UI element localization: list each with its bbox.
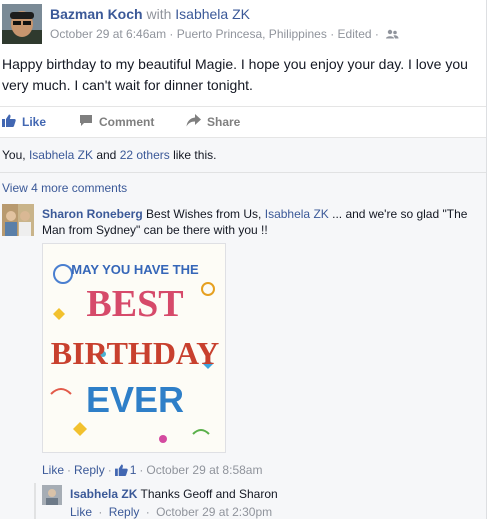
card-line-3: BIRTHDAY xyxy=(51,335,219,371)
view-more-comments-link[interactable]: View 4 more comments xyxy=(2,181,127,195)
meta-separator: · xyxy=(169,27,174,41)
with-prefix: with xyxy=(146,6,172,22)
commenter-name[interactable]: Sharon Roneberg xyxy=(42,207,143,221)
reply-thread-rail xyxy=(34,483,36,519)
comment-label: Comment xyxy=(99,115,155,129)
thumbs-up-icon[interactable] xyxy=(114,464,128,476)
commenter-avatar[interactable] xyxy=(2,204,34,236)
comment-like-count[interactable]: 1 xyxy=(130,463,137,477)
like-button[interactable]: Like xyxy=(2,114,46,130)
comment-body: Sharon Roneberg Best Wishes from Us, Isa… xyxy=(42,206,482,238)
reply-like-link[interactable]: Like xyxy=(70,505,92,519)
comment-date[interactable]: October 29 at 8:58am xyxy=(146,463,262,477)
reply-body: Isabhela ZK Thanks Geoff and Sharon xyxy=(70,487,278,501)
likes-prefix: You, xyxy=(2,148,26,162)
separator: · xyxy=(139,463,144,477)
reply-reply-link[interactable]: Reply xyxy=(109,505,140,519)
share-button[interactable]: Share xyxy=(186,114,240,130)
thumbs-up-icon xyxy=(2,114,16,130)
separator: · xyxy=(107,463,112,477)
reply-actions: Like · Reply · October 29 at 2:30pm xyxy=(70,505,272,519)
card-line-4: EVER xyxy=(86,379,184,420)
post-body: Happy birthday to my beautiful Magie. I … xyxy=(2,56,468,93)
likes-suffix: like this. xyxy=(173,148,217,162)
author-name[interactable]: Bazman Koch xyxy=(50,6,143,22)
divider xyxy=(0,172,486,173)
comment-bubble-icon xyxy=(79,114,93,130)
comment-photo-birthday-card[interactable]: MAY YOU HAVE THE BEST BIRTHDAY EVER xyxy=(42,243,226,453)
likes-person-link[interactable]: Isabhela ZK xyxy=(29,148,93,162)
reply-date[interactable]: October 29 at 2:30pm xyxy=(156,505,272,519)
card-line-1: MAY YOU HAVE THE xyxy=(71,262,199,277)
meta-separator: · xyxy=(374,27,379,41)
author-avatar[interactable] xyxy=(2,4,42,44)
comment-text-start: Best Wishes from Us, xyxy=(146,207,262,221)
post-location[interactable]: Puerto Princesa, Philippines xyxy=(177,27,327,41)
meta-separator: · xyxy=(330,27,335,41)
separator: · xyxy=(98,505,103,519)
post-meta: October 29 at 6:46am · Puerto Princesa, … xyxy=(50,27,399,42)
post-header: Bazman Koch with Isabhela ZK October 29 … xyxy=(0,0,492,46)
comment-button[interactable]: Comment xyxy=(79,114,154,130)
likes-summary: You, Isabhela ZK and 22 others like this… xyxy=(2,148,216,162)
likes-and: and xyxy=(96,148,117,162)
comment-mention-link[interactable]: Isabhela ZK xyxy=(265,207,329,221)
separator: · xyxy=(67,463,72,477)
comment-reply-link[interactable]: Reply xyxy=(74,463,105,477)
reply-text: Thanks Geoff and Sharon xyxy=(140,487,278,501)
separator: · xyxy=(145,505,150,519)
likes-others-link[interactable]: 22 others xyxy=(120,148,170,162)
replier-avatar[interactable] xyxy=(42,485,62,505)
comment-actions: Like · Reply · 1 · October 29 at 8:58am xyxy=(42,463,262,477)
replier-name[interactable]: Isabhela ZK xyxy=(70,487,137,501)
action-bar: Like Comment Share xyxy=(0,106,486,136)
author-line: Bazman Koch with Isabhela ZK xyxy=(50,6,250,22)
scroll-edge xyxy=(486,0,492,519)
share-arrow-icon xyxy=(186,114,201,130)
card-line-2: BEST xyxy=(86,283,183,325)
friends-icon[interactable] xyxy=(385,28,399,42)
facebook-post: Bazman Koch with Isabhela ZK October 29 … xyxy=(0,0,492,519)
tagged-person[interactable]: Isabhela ZK xyxy=(175,6,250,22)
edited-label[interactable]: Edited xyxy=(338,27,372,41)
like-label: Like xyxy=(22,115,47,129)
comment-like-link[interactable]: Like xyxy=(42,463,64,477)
share-label: Share xyxy=(207,115,241,129)
post-date[interactable]: October 29 at 6:46am xyxy=(50,27,166,41)
comments-section: You, Isabhela ZK and 22 others like this… xyxy=(0,137,486,519)
